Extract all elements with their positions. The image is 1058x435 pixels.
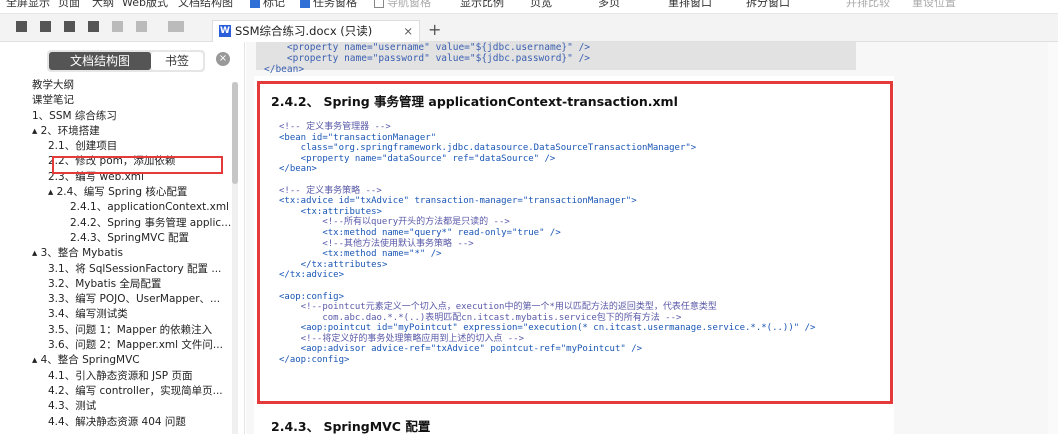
toc-item[interactable]: 2.4.3、SpringMVC 配置 — [0, 231, 232, 246]
toc-scrollbar-thumb[interactable] — [232, 82, 238, 184]
ribbon-multi-page[interactable]: 多页 — [598, 0, 620, 10]
toc-item[interactable]: 3.3、编写 POJO、UserMapper、... — [0, 292, 232, 307]
ribbon-page-view[interactable]: 页面 — [58, 0, 80, 10]
code-line: </bean> — [264, 64, 305, 75]
toc-item[interactable]: 4.3、测试 — [0, 399, 232, 414]
navpane-checkbox[interactable] — [374, 0, 384, 8]
ribbon-reset-position[interactable]: 重设位置 — [912, 0, 956, 10]
tab-bookmarks[interactable]: 书签 — [151, 52, 203, 70]
toc-item[interactable]: 教学大纲 — [0, 78, 232, 93]
ribbon-zoom[interactable]: 显示比例 — [460, 0, 504, 10]
redo-icon[interactable] — [136, 21, 147, 32]
document-tab-bar: W SSM综合练习.docx (只读) × + — [0, 14, 1058, 42]
save-icon[interactable] — [40, 21, 51, 32]
toc-item[interactable]: 1、SSM 综合练习 — [0, 109, 232, 124]
ribbon-navpane-label: 导航窗格 — [387, 0, 431, 9]
undo-icon[interactable] — [112, 21, 123, 32]
toc-item[interactable]: 4.1、引入静态资源和 JSP 页面 — [0, 369, 232, 384]
toc-item[interactable]: 课堂笔记 — [0, 93, 232, 108]
ribbon-page-width[interactable]: 页宽 — [530, 0, 552, 10]
code-line: <property name="password" value="${jdbc.… — [264, 53, 591, 64]
ribbon-taskpane-toggle[interactable]: 任务窗格 — [300, 0, 357, 10]
print-icon[interactable] — [64, 21, 75, 32]
ribbon-doc-map[interactable]: 文档结构图 — [178, 0, 233, 10]
open-icon[interactable] — [16, 21, 27, 32]
ribbon-arrange-windows[interactable]: 重排窗口 — [668, 0, 712, 10]
taskpane-checkbox[interactable] — [300, 0, 310, 8]
toc-item[interactable]: ▴ 2.4、编写 Spring 核心配置 — [0, 185, 232, 200]
highlight-toc-selected — [52, 156, 223, 174]
toc-item[interactable]: 4.4、解决静态资源 404 问题 — [0, 415, 232, 430]
close-tab-icon[interactable]: × — [403, 21, 413, 41]
ribbon-navpane-toggle[interactable]: 导航窗格 — [374, 0, 431, 10]
toc-item[interactable]: 2.1、创建项目 — [0, 139, 232, 154]
ribbon-markup-toggle[interactable]: 标记 — [250, 0, 285, 10]
tab-document-map[interactable]: 文档结构图 — [49, 52, 151, 70]
document-scrollbar[interactable] — [1048, 42, 1058, 434]
ribbon-outline-view[interactable]: 大纲 — [92, 0, 114, 10]
toc-item[interactable]: ▴ 3、整合 Mybatis — [0, 246, 232, 261]
markup-checkbox[interactable] — [250, 0, 260, 8]
print-preview-icon[interactable] — [88, 21, 99, 32]
toc-item[interactable]: 4.2、编写 controller，实现简单页... — [0, 384, 232, 399]
toc-item[interactable]: 3.5、问题 1：Mapper 的依赖注入 — [0, 323, 232, 338]
toc-item[interactable]: 2.4.2、Spring 事务管理 applic... — [0, 216, 232, 231]
customize-toolbar-icon[interactable] — [168, 21, 184, 32]
code-line: <property name="username" value="${jdbc.… — [264, 42, 591, 53]
new-tab-icon[interactable]: + — [428, 22, 441, 38]
toc-item[interactable]: 2.4.1、applicationContext.xml — [0, 200, 232, 215]
ribbon-fullscreen[interactable]: 全屏显示 — [6, 0, 50, 10]
document-tab[interactable]: W SSM综合练习.docx (只读) × — [212, 20, 420, 42]
toc-item[interactable]: 3.2、Mybatis 全局配置 — [0, 277, 232, 292]
pane-switcher: 文档结构图 书签 — [47, 50, 205, 72]
ribbon-side-by-side[interactable]: 并排比较 — [846, 0, 890, 10]
view-ribbon: 全屏显示 页面 大纲 Web版式 文档结构图 标记 任务窗格 导航窗格 显示比例… — [0, 0, 1058, 14]
close-pane-icon[interactable]: × — [216, 52, 230, 66]
document-tab-title: SSM综合练习.docx (只读) — [235, 24, 373, 38]
ribbon-split-window[interactable]: 拆分窗口 — [746, 0, 790, 10]
ribbon-taskpane-label: 任务窗格 — [313, 0, 357, 9]
toc-item[interactable]: ▴ 4、整合 SpringMVC — [0, 353, 232, 368]
toc-item[interactable]: 3.4、编写测试类 — [0, 307, 232, 322]
toc-item[interactable]: 3.6、问题 2：Mapper.xml 文件问... — [0, 338, 232, 353]
ribbon-web-view[interactable]: Web版式 — [122, 0, 168, 10]
toc-list: 教学大纲 课堂笔记 1、SSM 综合练习 ▴ 2、环境搭建 2.1、创建项目 2.2、修改… — [0, 78, 232, 430]
ribbon-markup-label: 标记 — [263, 0, 285, 9]
word-doc-icon: W — [219, 25, 231, 37]
highlight-code-block — [257, 81, 893, 404]
toc-item[interactable]: ▴ 2、环境搭建 — [0, 124, 232, 139]
previous-code-block: <property name="username" value="${jdbc.… — [256, 42, 856, 75]
toc-item[interactable]: 3.1、将 SqlSessionFactory 配置 ... — [0, 262, 232, 277]
document-structure-pane: 文档结构图 书签 × 教学大纲 课堂笔记 1、SSM 综合练习 ▴ 2、环境搭建 2.1… — [0, 42, 245, 434]
heading-2-4-3: 2.4.3、 SpringMVC 配置 — [271, 419, 431, 434]
